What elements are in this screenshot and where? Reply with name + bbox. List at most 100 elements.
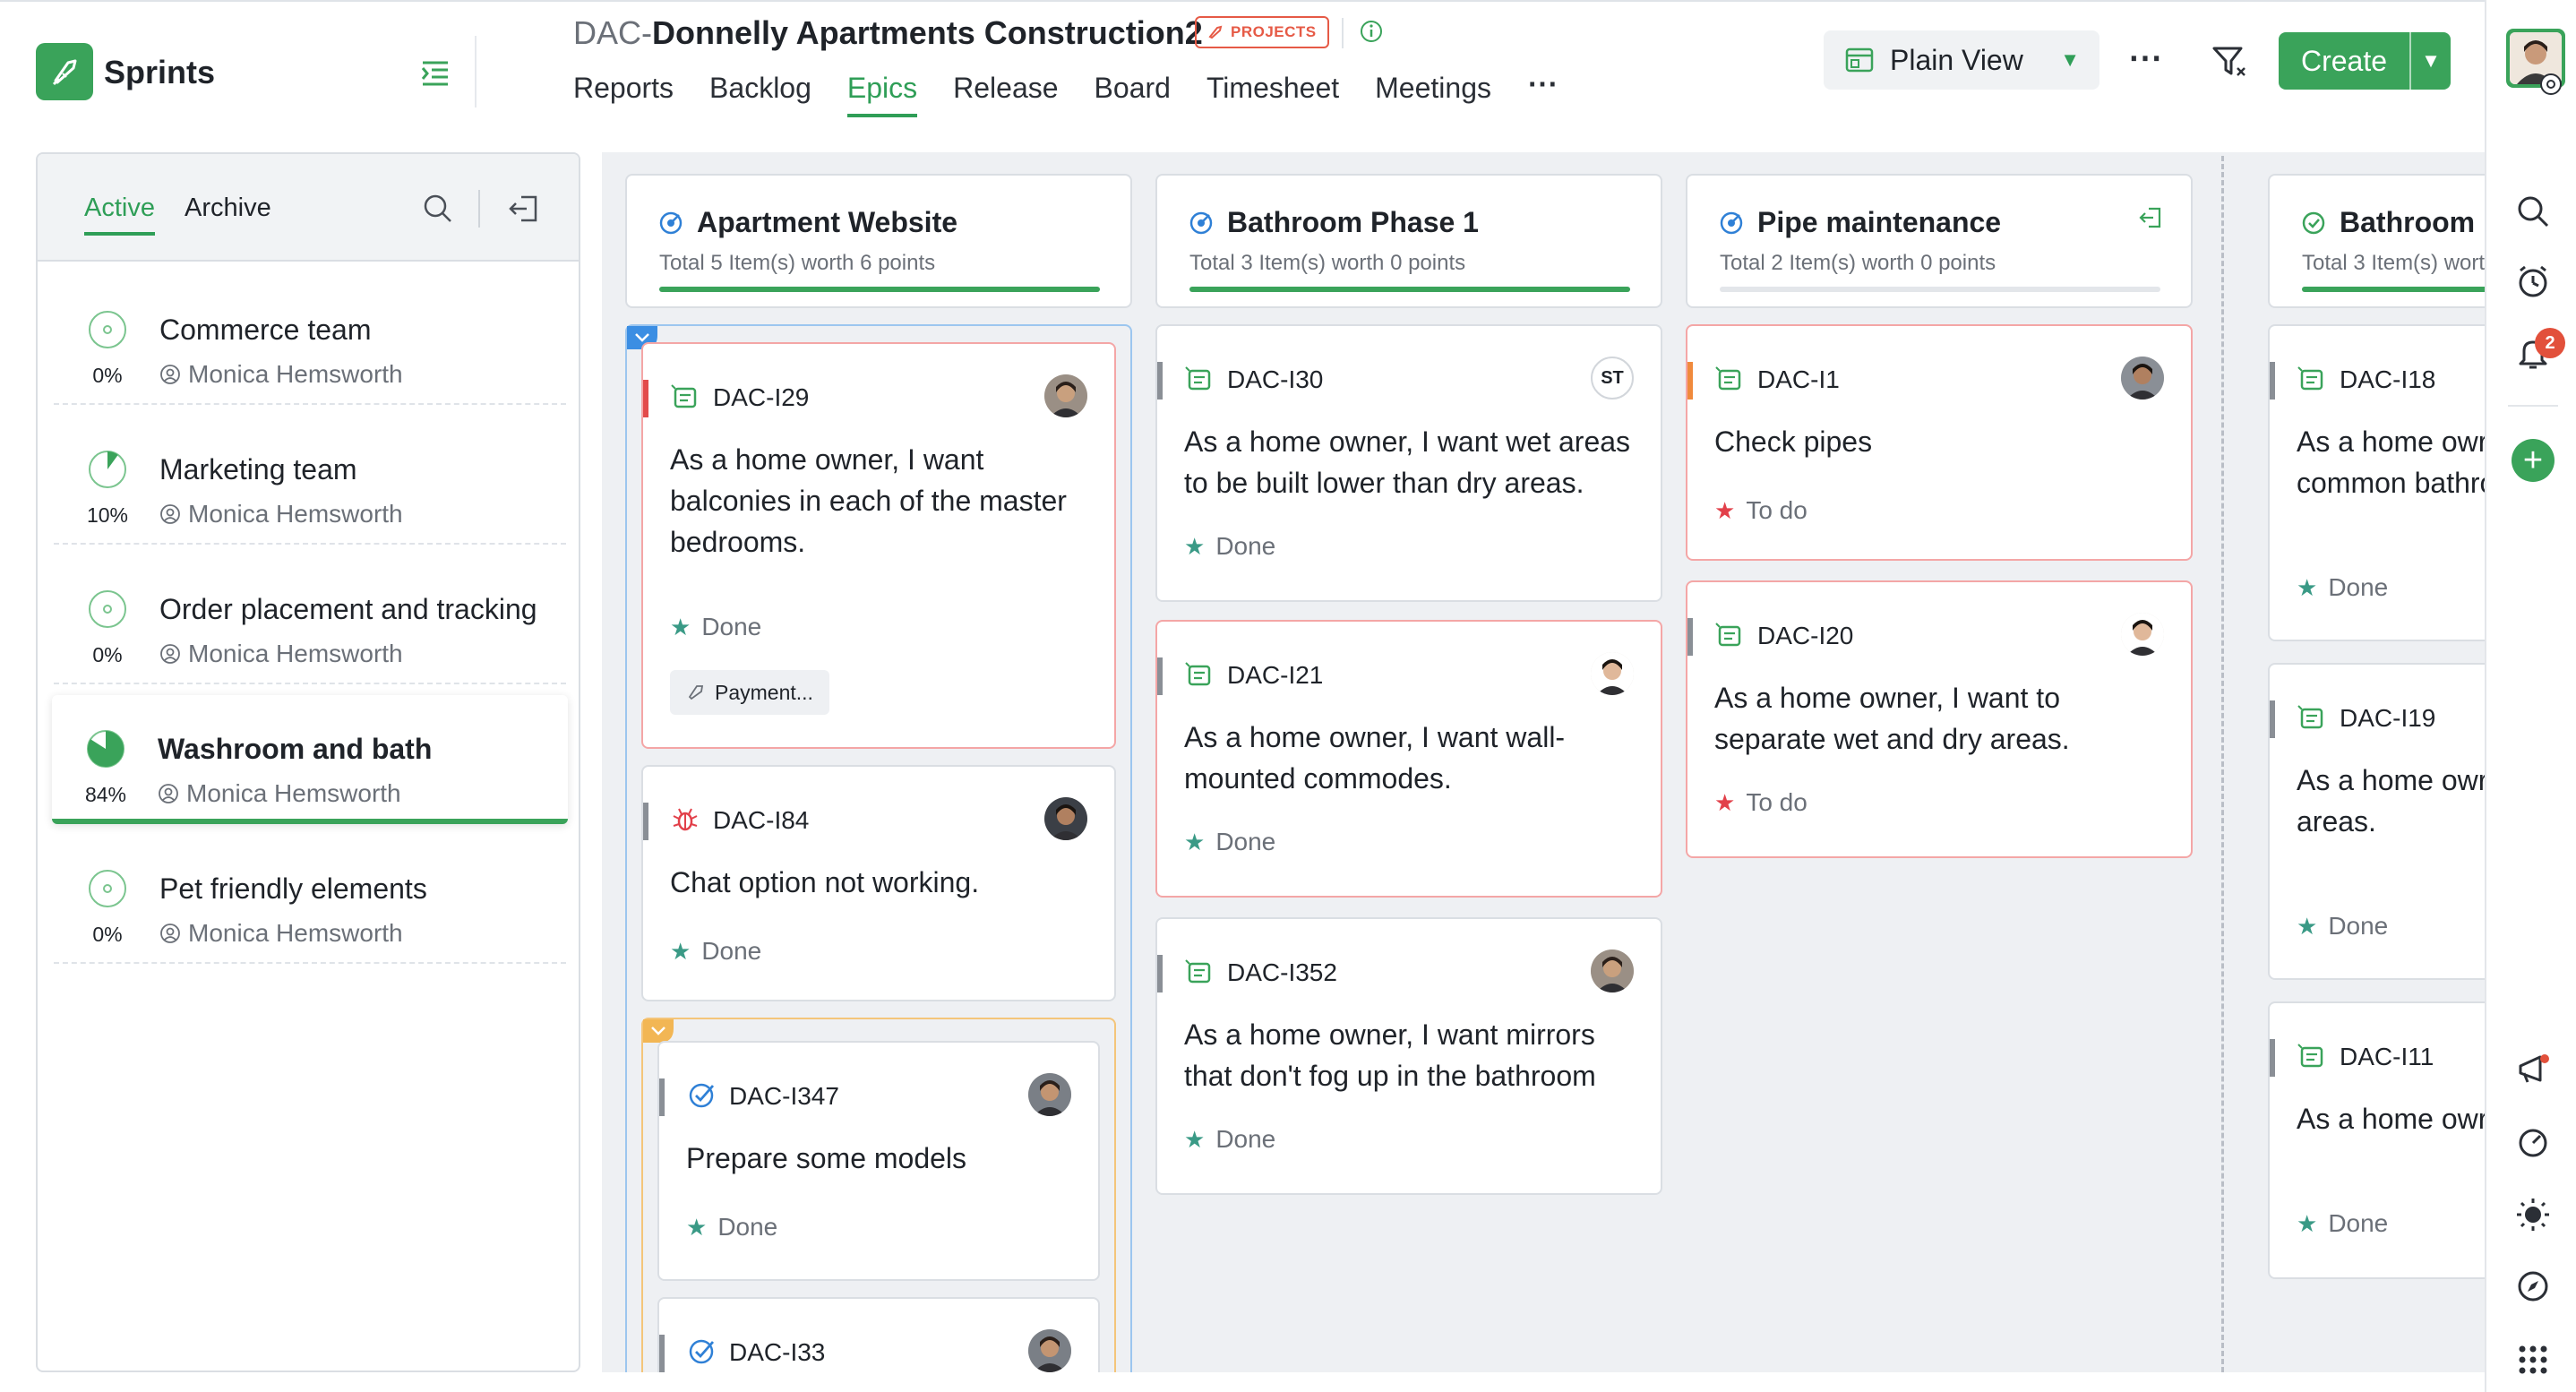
story-icon — [1715, 366, 1741, 391]
epic-title: Apartment Website — [657, 206, 957, 239]
star-icon: ★ — [686, 1214, 708, 1241]
assignee-avatar[interactable] — [1591, 949, 1634, 992]
item-id[interactable]: DAC-I84 — [713, 806, 809, 835]
collapse-panel-icon[interactable] — [507, 192, 541, 226]
assignee-avatar[interactable] — [1591, 652, 1634, 695]
epic-summary: Total 5 Item(s) worth 6 points — [659, 251, 936, 275]
item-id[interactable]: DAC-I29 — [713, 383, 809, 412]
tab-release[interactable]: Release — [953, 72, 1058, 117]
assignee-avatar[interactable] — [1028, 1329, 1071, 1372]
quick-add-button[interactable]: + — [2512, 439, 2555, 482]
story-card[interactable]: DAC-I33 — [657, 1297, 1100, 1372]
item-summary: Check pipes — [1714, 425, 1873, 458]
tag-chip[interactable]: Payment... — [670, 670, 829, 715]
exit-epic-icon[interactable] — [2137, 204, 2164, 231]
nav-tabs: Reports Backlog Epics Release Board Time… — [573, 69, 1559, 117]
assignee-avatar[interactable] — [1044, 797, 1087, 840]
priority-stripe — [643, 803, 648, 840]
tab-timesheet[interactable]: Timesheet — [1206, 72, 1339, 117]
epic-title-label: Bathroom Phase 1 — [1227, 206, 1479, 238]
story-card[interactable]: DAC-I20 As a home owner, I want to separa… — [1686, 580, 2193, 858]
compass-icon[interactable] — [2513, 1267, 2553, 1306]
item-id[interactable]: DAC-I33 — [729, 1338, 825, 1367]
assignee-avatar[interactable]: ST — [1591, 357, 1634, 400]
epic-icon — [659, 211, 683, 234]
more-tabs-button[interactable]: ⋯ — [1527, 69, 1559, 117]
search-icon[interactable] — [421, 192, 455, 226]
tab-epics[interactable]: Epics — [846, 72, 918, 117]
item-status-label: To do — [1746, 496, 1807, 524]
project-title: DAC-Donnelly Apartments Construction2 — [573, 14, 1203, 52]
theme-sun-icon[interactable] — [2513, 1195, 2553, 1234]
tab-backlog[interactable]: Backlog — [709, 72, 811, 117]
sprint-owner-name: Monica Hemsworth — [188, 500, 403, 528]
star-icon: ★ — [1184, 533, 1206, 560]
settings-gear-icon[interactable] — [2538, 72, 2563, 97]
sprints-logo[interactable] — [36, 43, 93, 100]
epic-column-header[interactable]: Bathroom P Total 3 Item(s) wortl — [2268, 174, 2485, 308]
item-id[interactable]: DAC-I352 — [1227, 958, 1337, 987]
timer-icon[interactable] — [2513, 262, 2553, 301]
item-id[interactable]: DAC-I18 — [2340, 365, 2435, 394]
assignee-avatar[interactable] — [1028, 1073, 1071, 1116]
story-card[interactable]: DAC-I352 As a home owner, I want mirrors … — [1155, 917, 1662, 1195]
sprint-item[interactable]: 10% Marketing team Monica Hemsworth — [54, 416, 566, 545]
priority-stripe — [1157, 955, 1163, 992]
tab-reports[interactable]: Reports — [573, 72, 674, 117]
projects-badge[interactable]: PROJECTS — [1195, 16, 1329, 48]
assignee-avatar[interactable] — [2121, 357, 2164, 400]
sprint-item[interactable]: 0% Commerce team Monica Hemsworth — [54, 276, 566, 405]
sprint-owner-name: Monica Hemsworth — [188, 360, 403, 388]
assignee-avatar[interactable] — [1044, 374, 1087, 417]
tab-active[interactable]: Active — [84, 193, 155, 236]
collapse-menu-icon[interactable] — [417, 56, 453, 91]
item-id[interactable]: DAC-I20 — [1757, 622, 1853, 650]
sprint-item[interactable]: 0% Pet friendly elements Monica Hemsworth — [54, 835, 566, 964]
announcement-icon[interactable] — [2513, 1050, 2553, 1089]
apps-grid-icon[interactable] — [2513, 1340, 2553, 1379]
story-card[interactable]: DAC-I19 As a home owr shower seat ad area… — [2268, 663, 2485, 980]
view-selector-label: Plain View — [1890, 43, 2023, 76]
story-card[interactable]: DAC-I1 Check pipes ★ To do — [1686, 324, 2193, 561]
more-options-button[interactable]: ⋯ — [2128, 38, 2164, 78]
info-icon[interactable] — [1358, 18, 1385, 45]
item-id[interactable]: DAC-I30 — [1227, 365, 1323, 394]
search-icon[interactable] — [2513, 192, 2553, 231]
rocket-icon — [52, 59, 77, 86]
assignee-avatar[interactable] — [2121, 613, 2164, 656]
speedometer-icon[interactable] — [2513, 1123, 2553, 1163]
story-card[interactable]: DAC-I18 As a home owr for the speciall co… — [2268, 324, 2485, 641]
epic-summary: Total 2 Item(s) worth 0 points — [1720, 251, 1996, 275]
sprint-item[interactable]: 0% Order placement and tracking Monica Hem… — [54, 555, 566, 684]
view-selector[interactable]: Plain View ▼ — [1824, 30, 2099, 90]
tab-board[interactable]: Board — [1095, 72, 1171, 117]
tab-archive[interactable]: Archive — [185, 193, 271, 232]
story-card[interactable]: DAC-I29 As a home owner, I want balconies… — [641, 342, 1116, 749]
item-id[interactable]: DAC-I1 — [1757, 365, 1840, 394]
item-status: ★ Done — [1184, 1125, 1275, 1154]
item-id[interactable]: DAC-I347 — [729, 1082, 839, 1111]
person-icon — [2121, 613, 2164, 656]
epic-column: Bathroom P Total 3 Item(s) wortl DAC-I18 As… — [2268, 174, 2485, 1372]
epic-column-header[interactable]: Pipe maintenance Total 2 Item(s) worth 0 … — [1686, 174, 2193, 308]
item-id[interactable]: DAC-I11 — [2340, 1043, 2434, 1071]
epic-column-header[interactable]: Apartment Website Total 5 Item(s) worth 6… — [625, 174, 1132, 308]
story-card[interactable]: DAC-I11 As a home owr cabinets under ★ Done — [2268, 1001, 2485, 1279]
sprint-item[interactable]: 84% Washroom and bath Monica Hemsworth — [52, 695, 568, 824]
item-summary: As a home owr cabinets under — [2297, 1103, 2485, 1135]
story-card[interactable]: DAC-I21 As a home owner, I want wall-moun… — [1155, 620, 1662, 898]
sidebar-header: Active Archive — [38, 154, 579, 262]
epic-progress-bar — [2302, 287, 2485, 292]
story-card[interactable]: DAC-I30 ST As a home owner, I want wet are… — [1155, 324, 1662, 602]
filter-icon[interactable] — [2209, 41, 2250, 82]
priority-stripe — [2270, 362, 2275, 400]
create-button[interactable]: Create ▼ — [2279, 32, 2451, 90]
tab-meetings[interactable]: Meetings — [1375, 72, 1491, 117]
story-card[interactable]: DAC-I84 Chat option not working. ★ Done — [641, 765, 1116, 1001]
epic-column-header[interactable]: Bathroom Phase 1 Total 3 Item(s) worth 0 … — [1155, 174, 1662, 308]
create-dropdown-chevron-icon[interactable]: ▼ — [2409, 32, 2451, 90]
item-id[interactable]: DAC-I21 — [1227, 661, 1323, 690]
epic-title: Bathroom Phase 1 — [1188, 206, 1479, 239]
story-card[interactable]: DAC-I347 Prepare some models ★ Done — [657, 1041, 1100, 1281]
item-id[interactable]: DAC-I19 — [2340, 704, 2435, 733]
